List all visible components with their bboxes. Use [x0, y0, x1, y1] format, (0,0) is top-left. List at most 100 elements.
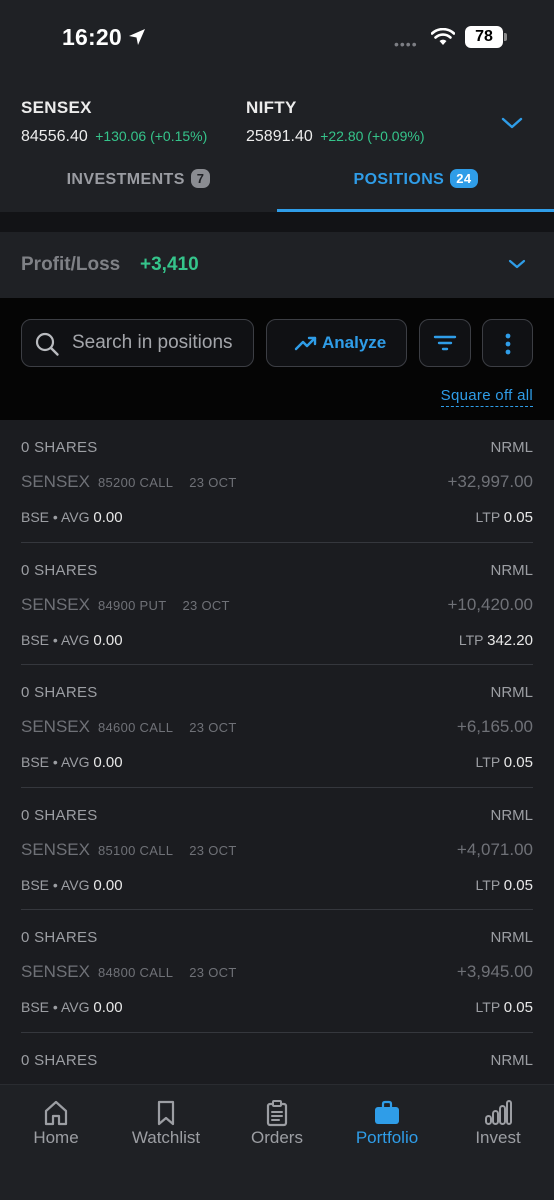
index-name: SENSEX: [21, 98, 92, 117]
exchange-label: BSE: [21, 509, 50, 525]
position-pnl: +6,165.00: [456, 717, 533, 736]
expiry-label: 23 OCT: [189, 720, 237, 735]
position-row[interactable]: 0 SHARES NRML SENSEX 85100 CALL 23 OCT +4…: [21, 788, 533, 910]
position-symbol: SENSEX: [21, 962, 90, 981]
signal-dots-icon: ••••: [394, 36, 418, 52]
nav-label: Orders: [251, 1128, 303, 1147]
avg-label: AVG: [60, 876, 90, 893]
profit-loss-label: Profit/Loss: [21, 254, 121, 275]
profit-loss-value: +3,410: [140, 254, 199, 275]
more-options-button[interactable]: [482, 319, 533, 367]
portfolio-tabs: INVESTMENTS 7 POSITIONS 24: [0, 160, 554, 212]
filter-icon: [433, 335, 457, 351]
count-badge: 7: [190, 169, 211, 188]
tab-label: INVESTMENTS: [66, 171, 185, 188]
nav-watchlist[interactable]: Watchlist: [111, 1085, 221, 1155]
search-box[interactable]: [21, 319, 254, 367]
shares-qty: 0 SHARES: [21, 806, 98, 824]
avg-label: AVG: [60, 999, 90, 1015]
position-symbol: SENSEX: [21, 472, 90, 491]
ltp-label: LTP: [458, 631, 484, 648]
strike-label: 84900 PUT: [98, 597, 167, 613]
status-time: 16:20: [62, 24, 122, 50]
analyze-label: Analyze: [322, 333, 387, 352]
position-symbol: SENSEX: [21, 839, 90, 859]
avg-value: 0.00: [93, 999, 123, 1016]
expiry-label: 23 OCT: [189, 475, 237, 490]
nav-orders[interactable]: Orders: [222, 1085, 332, 1155]
avg-label: AVG: [60, 754, 90, 770]
bar-chart-icon: [485, 1100, 512, 1125]
count-badge: 24: [450, 169, 478, 188]
nav-label: Watchlist: [131, 1128, 201, 1147]
position-row[interactable]: 0 SHARES NRML SENSEX 84800 CALL 23 OCT +3…: [21, 910, 533, 1033]
shares-qty: 0 SHARES: [21, 1051, 98, 1069]
shares-qty: 0 SHARES: [21, 929, 98, 946]
square-off-all-link[interactable]: Square off all: [440, 387, 533, 407]
strike-label: 85100 CALL: [98, 842, 174, 858]
search-input[interactable]: [72, 320, 253, 365]
nav-invest[interactable]: Invest: [443, 1085, 553, 1155]
status-bar: 16:20 •••• 78: [0, 0, 554, 78]
analyze-button[interactable]: Analyze: [266, 319, 407, 367]
product-type: NRML: [490, 1051, 533, 1069]
position-pnl: +10,420.00: [447, 594, 533, 614]
profit-loss-summary[interactable]: Profit/Loss +3,410: [0, 232, 554, 298]
nav-label: Home: [33, 1128, 79, 1147]
ltp-value: 0.05: [503, 754, 533, 771]
position-symbol: SENSEX: [21, 594, 90, 614]
strike-label: 84800 CALL: [98, 965, 174, 980]
nav-portfolio[interactable]: Portfolio: [332, 1085, 442, 1155]
avg-label: AVG: [60, 631, 90, 648]
index-change: +22.80 (+0.09%): [320, 128, 425, 144]
exchange-label: BSE: [21, 631, 50, 648]
avg-value: 0.00: [93, 509, 123, 526]
expiry-label: 23 OCT: [182, 597, 230, 613]
position-row[interactable]: 0 SHARES NRML SENSEX 84600 CALL 23 OCT +6…: [21, 665, 533, 788]
avg-label: AVG: [60, 509, 90, 525]
product-type: NRML: [490, 929, 533, 946]
clipboard-icon: [266, 1100, 288, 1127]
chevron-down-icon[interactable]: [500, 114, 524, 132]
position-row[interactable]: 0 SHARES NRML SENSEX 85200 CALL 23 OCT +3…: [21, 420, 533, 543]
location-arrow-icon: [129, 29, 145, 45]
index-price: 84556.40: [21, 128, 88, 145]
product-type: NRML: [490, 806, 533, 824]
position-row[interactable]: 0 SHARES NRML: [21, 1033, 533, 1085]
shares-qty: 0 SHARES: [21, 561, 98, 579]
avg-value: 0.00: [93, 631, 123, 649]
nav-home[interactable]: Home: [1, 1085, 111, 1155]
strike-label: 85200 CALL: [98, 475, 174, 490]
tab-investments[interactable]: INVESTMENTS 7: [0, 160, 277, 212]
avg-value: 0.00: [93, 876, 123, 894]
ltp-label: LTP: [475, 876, 500, 893]
index-sensex[interactable]: SENSEX 84556.40 +130.06 (+0.15%): [21, 98, 207, 146]
nav-label: Portfolio: [355, 1128, 419, 1147]
bottom-navigation: Home Watchlist Orders Portfolio Invest: [0, 1084, 554, 1200]
home-icon: [44, 1100, 68, 1126]
tab-positions[interactable]: POSITIONS 24: [277, 160, 554, 212]
ltp-value: 342.20: [487, 631, 533, 649]
position-row[interactable]: 0 SHARES NRML SENSEX 84900 PUT 23 OCT +10…: [21, 543, 533, 665]
chevron-down-icon[interactable]: [506, 256, 528, 272]
index-price: 25891.40: [246, 128, 313, 145]
wifi-icon: [431, 28, 455, 45]
exchange-label: BSE: [21, 999, 50, 1015]
filter-button[interactable]: [419, 319, 471, 367]
position-pnl: +3,945.00: [456, 962, 533, 981]
strike-label: 84600 CALL: [98, 720, 174, 735]
avg-value: 0.00: [93, 754, 123, 771]
position-pnl: +4,071.00: [456, 839, 533, 859]
exchange-label: BSE: [21, 754, 50, 770]
bookmark-icon: [157, 1100, 175, 1126]
ltp-label: LTP: [475, 509, 500, 525]
index-nifty[interactable]: NIFTY 25891.40 +22.80 (+0.09%): [246, 98, 424, 146]
nav-label: Invest: [475, 1128, 521, 1147]
expiry-label: 23 OCT: [189, 965, 237, 980]
search-icon: [35, 332, 59, 356]
exchange-label: BSE: [21, 876, 50, 893]
more-vertical-icon: [505, 333, 511, 355]
product-type: NRML: [490, 684, 533, 701]
expiry-label: 23 OCT: [189, 842, 237, 858]
briefcase-icon: [375, 1100, 399, 1124]
